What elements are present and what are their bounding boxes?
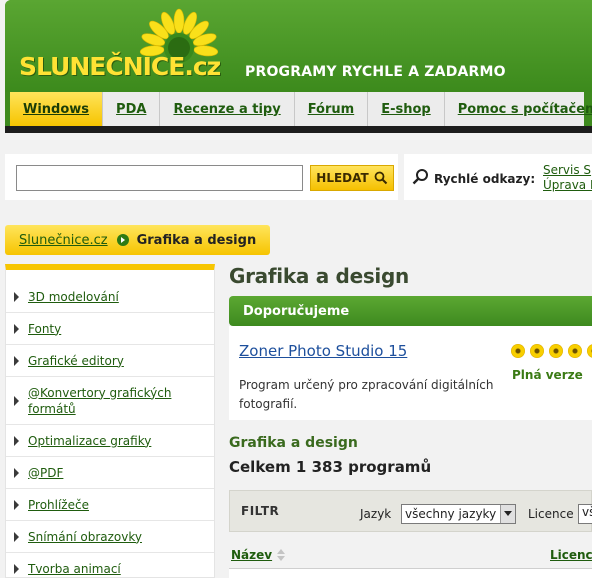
nav-item-windows[interactable]: Windows	[10, 92, 104, 133]
rating-star-icon	[549, 344, 563, 358]
bullet-arrow-icon	[14, 435, 19, 446]
language-select-value: všechny jazyky	[405, 507, 497, 521]
dropdown-arrow-icon[interactable]	[500, 505, 515, 523]
recommended-panel: Zoner Photo Studio 15 Program určený pro…	[229, 326, 592, 420]
category-label[interactable]: @Konvertory grafických formátů	[28, 385, 178, 417]
magnifier-icon	[412, 169, 428, 185]
bullet-arrow-icon	[14, 467, 19, 478]
column-header-name-label[interactable]: Název	[231, 548, 272, 562]
category-label[interactable]: Optimalizace grafiky	[28, 433, 151, 449]
rating-star-icon	[568, 344, 582, 358]
bullet-arrow-icon	[14, 395, 19, 406]
category-item[interactable]: Fonty	[6, 313, 214, 345]
category-label[interactable]: @PDF	[28, 465, 63, 481]
category-item[interactable]: Grafické editory	[6, 345, 214, 377]
license-select[interactable]: vš	[578, 504, 592, 524]
quick-link[interactable]: Servis S	[543, 163, 592, 178]
language-label: Jazyk	[360, 507, 392, 521]
nav-item-recenze[interactable]: Recenze a tipy	[160, 92, 295, 126]
recommended-product-link[interactable]: Zoner Photo Studio 15	[239, 342, 407, 360]
nav-item-pomoc[interactable]: Pomoc s počítačem	[445, 92, 592, 126]
site-logo[interactable]: SLUNEČNICE.cz	[19, 52, 221, 81]
header-bottom-bar	[5, 126, 592, 133]
category-label[interactable]: Prohlížeče	[28, 497, 89, 513]
recommended-header: Doporučujeme	[229, 296, 592, 326]
rating-star-icon	[511, 344, 525, 358]
main-nav: Windows PDA Recenze a tipy Fórum E-shop …	[10, 92, 592, 133]
recommended-product-description: Program určený pro zpracování digitálníc…	[239, 378, 494, 411]
column-header-name[interactable]: Název	[231, 548, 286, 562]
category-label[interactable]: Grafické editory	[28, 353, 124, 369]
search-button-label: HLEDAT	[316, 171, 369, 185]
language-select[interactable]: všechny jazyky	[401, 504, 516, 524]
section-title: Grafika a design	[229, 435, 358, 451]
search-panel: HLEDAT	[5, 154, 398, 200]
quick-links-panel: Rychlé odkazy: Servis S Úprava F	[404, 154, 592, 200]
breadcrumb-current: Grafika a design	[136, 232, 257, 248]
category-item[interactable]: @Konvertory grafických formátů	[6, 377, 214, 425]
category-item[interactable]: @PDF	[6, 457, 214, 489]
category-item[interactable]: Tvorba animací	[6, 553, 214, 578]
category-item[interactable]: 3D modelování	[6, 282, 214, 313]
rating-stars	[511, 344, 592, 358]
bullet-arrow-icon	[14, 499, 19, 510]
column-header-license[interactable]: Licenc	[550, 548, 592, 562]
category-label[interactable]: 3D modelování	[28, 289, 119, 305]
license-label: Licence	[528, 507, 574, 521]
search-button[interactable]: HLEDAT	[310, 165, 394, 191]
nav-item-forum[interactable]: Fórum	[295, 92, 369, 126]
breadcrumb-arrow-icon	[116, 234, 129, 246]
quick-link[interactable]: Úprava F	[543, 178, 592, 193]
breadcrumb-home-link[interactable]: Slunečnice.cz	[19, 233, 108, 248]
breadcrumb: Slunečnice.cz Grafika a design	[5, 225, 270, 255]
category-label[interactable]: Tvorba animací	[28, 561, 121, 577]
bullet-arrow-icon	[14, 292, 19, 302]
category-label[interactable]: Fonty	[28, 321, 61, 337]
nav-item-eshop[interactable]: E-shop	[368, 92, 445, 126]
rating-star-icon	[530, 344, 544, 358]
rating-star-icon	[587, 344, 592, 358]
bullet-arrow-icon	[14, 355, 19, 366]
recommended-product-license: Plná verze	[512, 368, 583, 382]
bullet-arrow-icon	[14, 531, 19, 542]
search-input[interactable]	[16, 165, 303, 191]
page-title: Grafika a design	[229, 264, 409, 288]
category-item[interactable]: Snímání obrazovky	[6, 521, 214, 553]
category-sidebar: 3D modelování Fonty Grafické editory @Ko…	[5, 264, 215, 578]
quick-links-label: Rychlé odkazy:	[434, 172, 536, 186]
bullet-arrow-icon	[14, 323, 19, 334]
bullet-arrow-icon	[14, 564, 19, 574]
nav-item-pda[interactable]: PDA	[103, 92, 161, 126]
table-top-rule	[229, 568, 592, 578]
quick-links-list: Servis S Úprava F	[543, 163, 592, 193]
category-label[interactable]: Snímání obrazovky	[28, 529, 142, 545]
category-item[interactable]: Optimalizace grafiky	[6, 425, 214, 457]
program-count: Celkem 1 383 programů	[229, 458, 432, 476]
magnifier-icon	[374, 171, 387, 185]
site-header: SLUNEČNICE.cz PROGRAMY RYCHLE A ZADARMO …	[5, 0, 592, 133]
sort-icon[interactable]	[276, 549, 286, 561]
filter-bar: FILTR Jazyk všechny jazyky Licence vš	[229, 490, 592, 532]
site-tagline: PROGRAMY RYCHLE A ZADARMO	[245, 64, 506, 80]
filter-title: FILTR	[241, 504, 280, 518]
category-item[interactable]: Prohlížeče	[6, 489, 214, 521]
